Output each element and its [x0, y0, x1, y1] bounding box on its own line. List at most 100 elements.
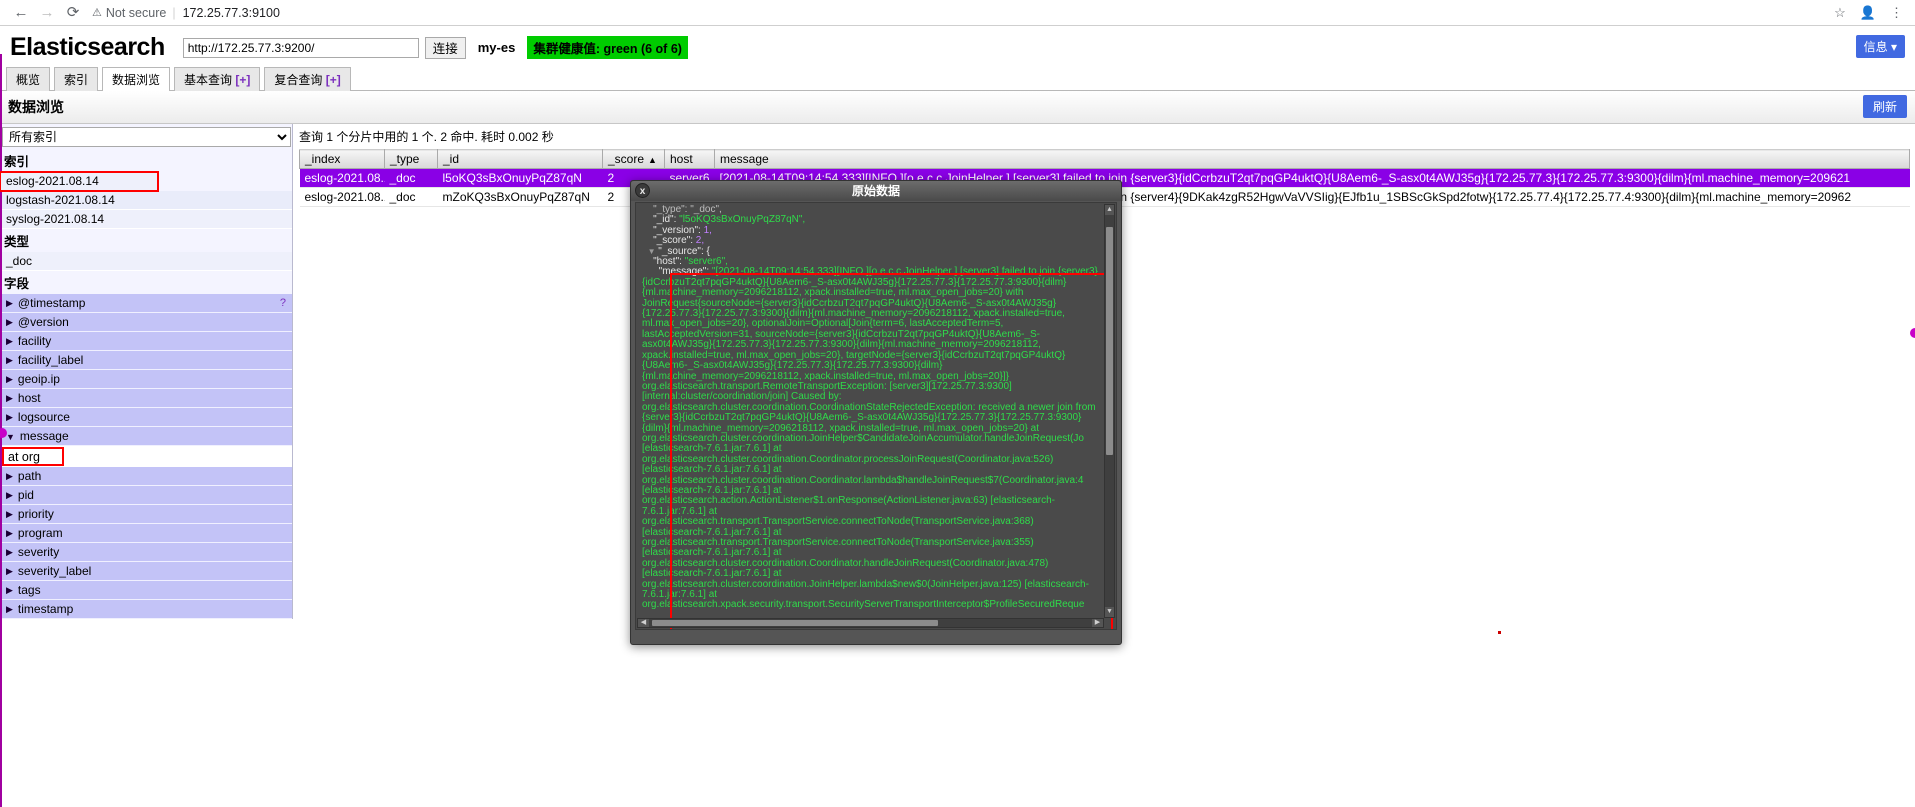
sidebar-field-geoip-ip[interactable]: ▶ geoip.ip	[0, 370, 292, 389]
tab-bar: 概览 索引 数据浏览 基本查询 [+] 复合查询 [+]	[0, 66, 1915, 91]
tab-0[interactable]: 概览	[6, 67, 51, 91]
sidebar-field-severity-label[interactable]: ▶ severity_label	[0, 562, 292, 581]
field-label: pid	[17, 488, 34, 502]
address-bar[interactable]: ⚠ Not secure | 172.25.77.3:9100	[92, 3, 1834, 23]
tab-label: 概览	[16, 73, 41, 87]
sidebar-field-severity[interactable]: ▶ severity	[0, 543, 292, 562]
security-label: Not secure	[105, 5, 167, 20]
tab-1[interactable]: 索引	[54, 67, 99, 91]
sidebar-field-priority[interactable]: ▶ priority	[0, 505, 292, 524]
column-header-host[interactable]: host	[664, 149, 715, 169]
scroll-down-icon[interactable]: ▼	[1105, 607, 1114, 617]
column-header-index[interactable]: _index	[299, 149, 385, 169]
help-icon[interactable]: ?	[280, 297, 286, 309]
sidebar-field-pid[interactable]: ▶ pid	[0, 486, 292, 505]
chevron-right-icon[interactable]: ▶	[6, 528, 13, 538]
chevron-right-icon[interactable]: ▶	[6, 412, 13, 422]
close-icon[interactable]: x	[635, 183, 650, 198]
url-host: 172.25.77.3	[182, 5, 249, 20]
scroll-left-icon[interactable]: ◀	[638, 619, 649, 627]
json-viewer[interactable]: "_type": "_doc", "_id": "l5oKQ3sBxOnuyPq…	[636, 203, 1104, 619]
sidebar-field-facility-label[interactable]: ▶ facility_label	[0, 351, 292, 370]
chevron-right-icon[interactable]: ▶	[6, 490, 13, 500]
column-header-score[interactable]: _score ▲	[602, 149, 665, 169]
field-label: @version	[17, 315, 69, 329]
chevron-down-icon[interactable]: ▼	[6, 432, 15, 442]
field-filter-row	[0, 446, 292, 467]
cell-index: eslog-2021.08.14	[299, 187, 385, 207]
tab-expand-icon[interactable]: [+]	[235, 73, 250, 87]
connect-button[interactable]: 连接	[424, 36, 466, 59]
tab-3[interactable]: 基本查询 [+]	[174, 67, 261, 91]
sidebar-index-item[interactable]: logstash-2021.08.14	[0, 191, 292, 210]
reload-icon[interactable]: ⟳	[60, 2, 86, 24]
cell-index: eslog-2021.08.14	[299, 168, 385, 188]
sidebar-field-logsource[interactable]: ▶ logsource	[0, 408, 292, 427]
column-label: _id	[443, 152, 460, 166]
right-pink-marker	[1910, 328, 1915, 338]
hscroll-thumb[interactable]	[652, 620, 938, 626]
chevron-right-icon[interactable]: ▶	[6, 566, 13, 576]
indices-list: eslog-2021.08.14 logstash-2021.08.14 syslo…	[0, 171, 292, 229]
profile-icon[interactable]: 👤	[1860, 5, 1876, 21]
chevron-right-icon[interactable]: ▶	[6, 471, 13, 481]
index-select[interactable]: 所有索引	[2, 127, 291, 147]
refresh-button[interactable]: 刷新	[1862, 95, 1907, 118]
cluster-name: my-es	[477, 40, 516, 55]
sidebar-field-path[interactable]: ▶ path	[0, 467, 292, 486]
info-button[interactable]: 信息 ▾	[1855, 35, 1905, 58]
chevron-right-icon[interactable]: ▶	[6, 355, 13, 365]
field-label: timestamp	[17, 602, 74, 616]
tab-2[interactable]: 数据浏览	[102, 67, 171, 91]
cell-type: _doc	[384, 187, 438, 207]
sidebar-field-tags[interactable]: ▶ tags	[0, 581, 292, 600]
sidebar-field-message[interactable]: ▼ message	[0, 427, 292, 446]
scroll-right-icon[interactable]: ▶	[1092, 619, 1103, 627]
browser-menu-icon[interactable]: ⋮	[1890, 5, 1903, 21]
json-line-kv: "_score": 2,	[653, 235, 705, 247]
json-line-kv: "_version": 1,	[653, 224, 712, 236]
chevron-right-icon[interactable]: ▶	[6, 585, 13, 595]
back-icon[interactable]: ←	[8, 2, 34, 24]
forward-icon[interactable]: →	[34, 2, 60, 24]
sidebar-index-item[interactable]: syslog-2021.08.14	[0, 210, 292, 229]
tab-expand-icon[interactable]: [+]	[326, 73, 341, 87]
chevron-right-icon[interactable]: ▶	[6, 547, 13, 557]
chevron-right-icon[interactable]: ▶	[6, 604, 13, 614]
modal-title-text: 原始数据	[851, 184, 900, 198]
chevron-right-icon[interactable]: ▶	[6, 374, 13, 384]
sidebar-field-program[interactable]: ▶ program	[0, 524, 292, 543]
tab-4[interactable]: 复合查询 [+]	[264, 67, 351, 91]
bookmark-star-icon[interactable]: ☆	[1834, 5, 1846, 21]
vscroll-thumb[interactable]	[1106, 227, 1113, 455]
tab-label: 基本查询	[184, 73, 236, 87]
column-header-id[interactable]: _id	[437, 149, 603, 169]
cluster-url-input[interactable]	[182, 37, 419, 58]
chevron-right-icon[interactable]: ▶	[6, 298, 13, 308]
chevron-right-icon[interactable]: ▶	[6, 393, 13, 403]
modal-vertical-scrollbar[interactable]: ▲ ▼	[1104, 204, 1115, 618]
sidebar-field--timestamp[interactable]: ▶ @timestamp?	[0, 294, 292, 313]
sidebar-type-item[interactable]: _doc	[0, 252, 292, 271]
scroll-up-icon[interactable]: ▲	[1105, 205, 1114, 215]
message-filter-input[interactable]	[2, 447, 64, 466]
app-header: Elasticsearch 连接 my-es 集群健康值: green (6 o…	[0, 27, 1915, 66]
cell-id: l5oKQ3sBxOnuyPqZ87qN	[437, 168, 603, 188]
url-port: :9100	[248, 5, 280, 20]
sidebar-field-timestamp[interactable]: ▶ timestamp	[0, 600, 292, 619]
column-label: message	[720, 152, 769, 166]
sub-toolbar: 数据浏览 刷新	[0, 91, 1915, 124]
modal-horizontal-scrollbar[interactable]: ◀ ▶	[637, 618, 1104, 628]
column-header-type[interactable]: _type	[384, 149, 438, 169]
chevron-right-icon[interactable]: ▶	[6, 336, 13, 346]
cell-type: _doc	[384, 168, 438, 188]
sidebar-field-facility[interactable]: ▶ facility	[0, 332, 292, 351]
chevron-right-icon[interactable]: ▶	[6, 509, 13, 519]
red-marker-dot	[1498, 631, 1501, 634]
chevron-right-icon[interactable]: ▶	[6, 317, 13, 327]
column-label: _type	[390, 152, 420, 166]
sidebar-field-host[interactable]: ▶ host	[0, 389, 292, 408]
sidebar-index-item[interactable]: eslog-2021.08.14	[0, 171, 159, 192]
sidebar-field--version[interactable]: ▶ @version	[0, 313, 292, 332]
column-header-message[interactable]: message	[714, 149, 1910, 169]
